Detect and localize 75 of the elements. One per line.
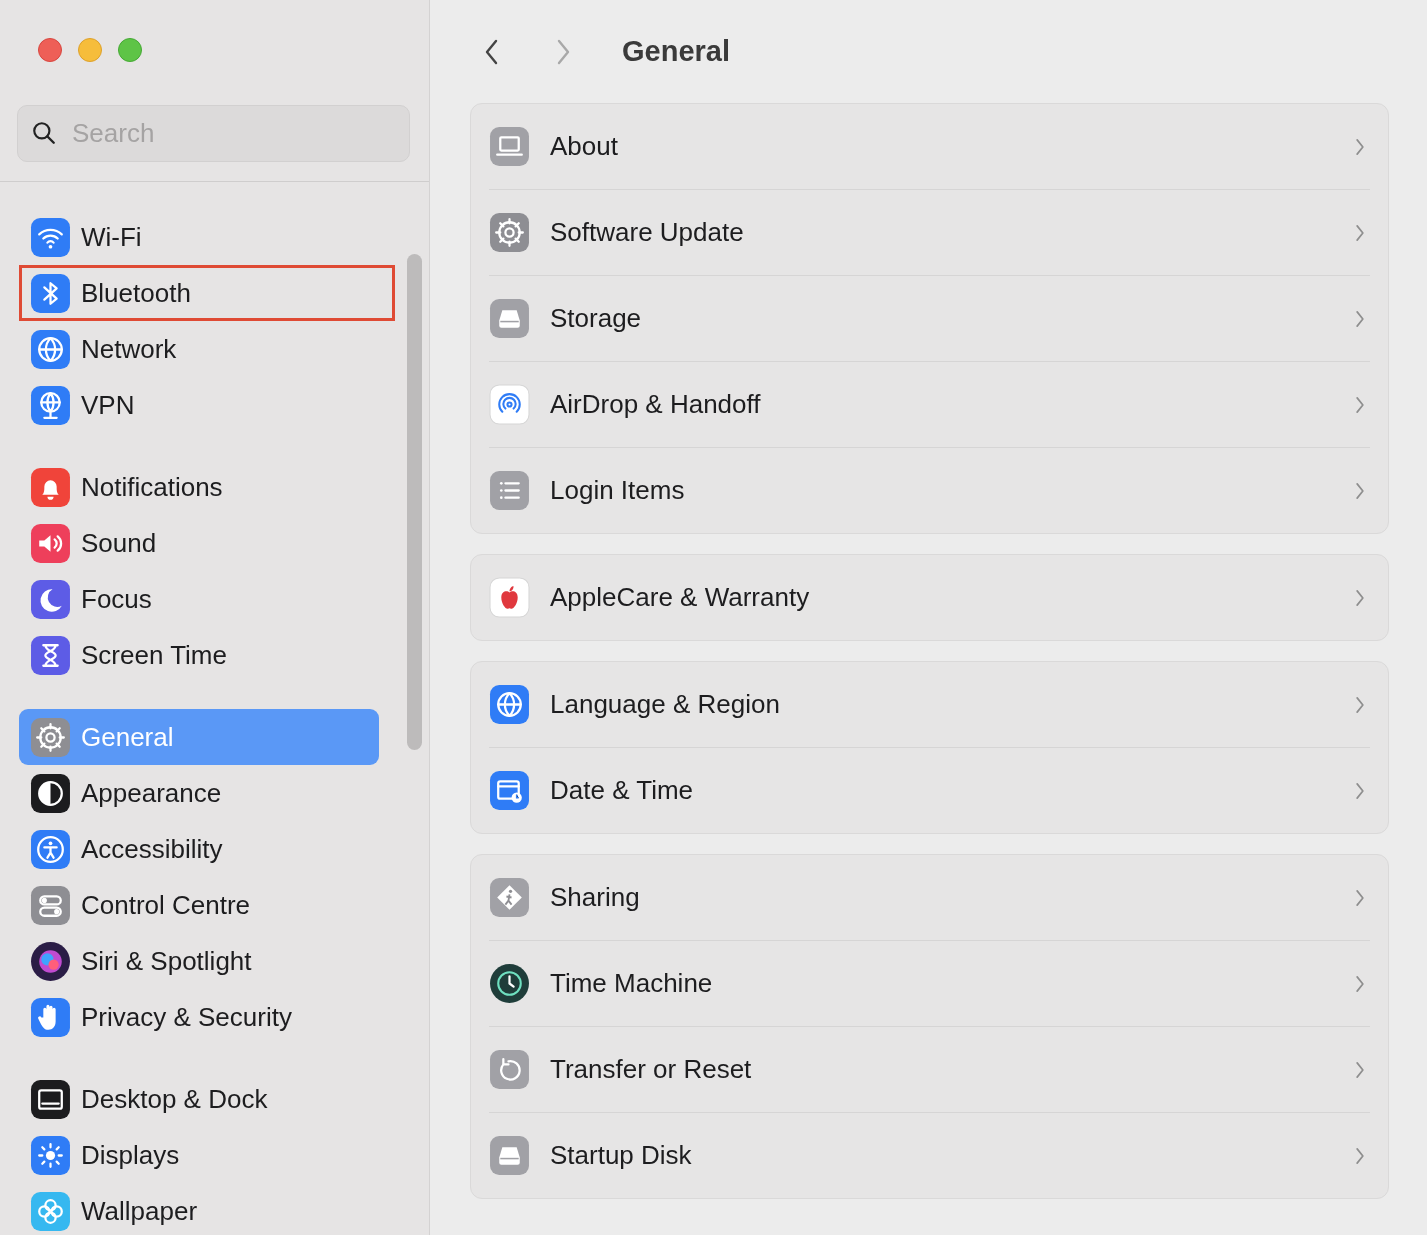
settings-row[interactable]: Software Update	[489, 190, 1370, 276]
sidebar-item[interactable]: Screen Time	[19, 627, 379, 683]
toggles-icon	[30, 884, 71, 926]
gear-icon	[30, 716, 71, 758]
orb-icon	[30, 940, 71, 982]
sidebar-item[interactable]: Bluetooth	[19, 265, 395, 321]
sidebar-item[interactable]: Accessibility	[19, 821, 379, 877]
chevron-icon	[1354, 887, 1366, 908]
settings-row[interactable]: Storage	[489, 276, 1370, 362]
sidebar-item[interactable]: Displays	[19, 1127, 379, 1183]
minimize-button[interactable]	[78, 38, 102, 62]
forward-chevron-icon	[555, 37, 571, 66]
sidebar-item[interactable]: VPN	[19, 377, 379, 433]
bluetooth-icon	[30, 272, 71, 314]
back-chevron-icon	[484, 37, 500, 66]
chevron-icon	[1354, 694, 1366, 715]
settings-row[interactable]: Time Machine	[489, 941, 1370, 1027]
reset-icon	[489, 1049, 530, 1090]
chevron-icon	[1354, 222, 1366, 243]
scrollbar[interactable]	[407, 254, 422, 750]
drive-icon	[489, 1135, 530, 1176]
chevron-icon	[1354, 587, 1366, 608]
settings-row[interactable]: Startup Disk	[489, 1113, 1370, 1198]
sidebar-item[interactable]: Appearance	[19, 765, 379, 821]
walking-figure-icon	[489, 877, 530, 918]
globe-icon	[30, 328, 71, 370]
window-icon	[30, 1078, 71, 1120]
hourglass-icon	[30, 634, 71, 676]
flower-icon	[30, 1190, 71, 1232]
chevron-icon	[1354, 973, 1366, 994]
page-title: General	[622, 35, 730, 68]
globe-icon	[489, 684, 530, 725]
sidebar-item[interactable]: Network	[19, 321, 379, 377]
globe-icon	[30, 384, 71, 426]
list-icon	[489, 470, 530, 511]
settings-row[interactable]: AppleCare & Warranty	[489, 555, 1370, 640]
drive-icon	[489, 298, 530, 339]
moon-icon	[30, 578, 71, 620]
bell-icon	[30, 466, 71, 508]
laptop-icon	[489, 126, 530, 167]
sidebar-item[interactable]: Notifications	[19, 459, 379, 515]
zoom-button[interactable]	[118, 38, 142, 62]
chevron-icon	[1354, 480, 1366, 501]
close-button[interactable]	[38, 38, 62, 62]
settings-row[interactable]: About	[489, 104, 1370, 190]
sidebar-item[interactable]: Desktop & Dock	[19, 1071, 379, 1127]
chevron-icon	[1354, 394, 1366, 415]
gear-icon	[489, 212, 530, 253]
wifi-icon	[30, 216, 71, 258]
chevron-icon	[1354, 1145, 1366, 1166]
chevron-icon	[1354, 308, 1366, 329]
clock-icon	[489, 963, 530, 1004]
apple-icon	[489, 577, 530, 618]
settings-row[interactable]: Language & Region	[489, 662, 1370, 748]
accessibility-icon	[30, 828, 71, 870]
sun-icon	[30, 1134, 71, 1176]
settings-row[interactable]: Sharing	[489, 855, 1370, 941]
chevron-icon	[1354, 780, 1366, 801]
sidebar-item[interactable]: Focus	[19, 571, 379, 627]
sidebar-item[interactable]: Siri & Spotlight	[19, 933, 379, 989]
airdrop-icon	[489, 384, 530, 425]
sidebar-item[interactable]: Control Centre	[19, 877, 379, 933]
hand-icon	[30, 996, 71, 1038]
settings-row[interactable]: AirDrop & Handoff	[489, 362, 1370, 448]
settings-row[interactable]: Login Items	[489, 448, 1370, 533]
sidebar-item[interactable]: Privacy & Security	[19, 989, 379, 1045]
sidebar-item[interactable]: Wi-Fi	[19, 209, 379, 265]
sidebar-item[interactable]: Sound	[19, 515, 379, 571]
settings-row[interactable]: Date & Time	[489, 748, 1370, 833]
speaker-icon	[30, 522, 71, 564]
settings-row[interactable]: Transfer or Reset	[489, 1027, 1370, 1113]
calendar-clock-icon	[489, 770, 530, 811]
chevron-icon	[1354, 1059, 1366, 1080]
sidebar-item[interactable]: Wallpaper	[19, 1183, 379, 1235]
chevron-icon	[1354, 136, 1366, 157]
